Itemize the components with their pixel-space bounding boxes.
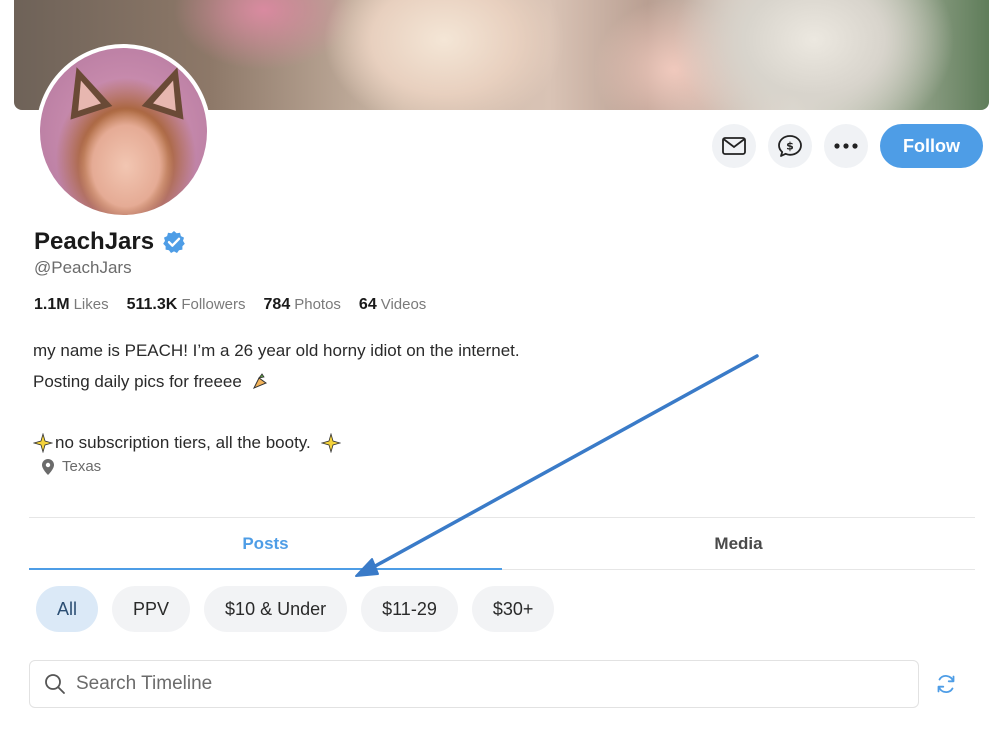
stat-label: Followers [181,296,246,313]
ellipsis-icon [834,143,858,149]
stat-value: 1.1M [34,296,70,313]
location-text: Texas [62,458,102,475]
profile-location: Texas [42,458,101,475]
more-options-button[interactable] [824,124,868,168]
sparkles-icon [33,432,53,453]
tab-media[interactable]: Media [502,518,975,569]
follow-button[interactable]: Follow [880,124,983,168]
map-pin-icon [42,458,54,475]
message-button[interactable] [712,124,756,168]
stat-label: Videos [380,296,427,313]
stat-likes: 1.1M Likes [34,296,109,314]
tip-button[interactable]: $ [768,124,812,168]
profile-tabs: Posts Media [29,518,975,570]
bio-line: Posting daily pics for freeee [33,371,242,391]
sparkles-icon [320,432,341,453]
dollar-speech-bubble-icon: $ [778,135,802,157]
refresh-icon[interactable] [934,672,958,696]
stat-label: Photos [294,296,341,313]
stat-label: Likes [73,296,109,313]
stat-videos[interactable]: 64 Videos [359,296,426,314]
tab-posts[interactable]: Posts [29,518,502,570]
bio-line: my name is PEACH! I’m a 26 year old horn… [33,341,520,360]
cat-ear-left [55,60,113,120]
bio-line: no subscription tiers, all the booty. [55,432,311,452]
filter-chip-30-plus[interactable]: $30+ [471,586,555,632]
filter-chip-all[interactable]: All [36,586,99,632]
stat-photos[interactable]: 784 Photos [264,296,341,314]
profile-name-row: PeachJars [34,228,186,256]
svg-text:$: $ [786,140,794,153]
filter-chip-ppv[interactable]: PPV [112,586,191,632]
filter-chip-10-and-under[interactable]: $10 & Under [204,586,348,632]
stat-followers[interactable]: 511.3K Followers [127,296,246,314]
profile-action-bar: $ Follow [712,124,983,168]
search-timeline-box[interactable] [29,660,919,708]
profile-bio: my name is PEACH! I’m a 26 year old horn… [33,336,520,458]
stat-value: 511.3K [126,296,178,313]
profile-handle: @PeachJars [34,258,132,277]
search-icon [45,674,65,694]
peach-emoji-icon [252,373,267,389]
price-filter-chips: All PPV $10 & Under $11-29 $30+ [36,586,555,632]
verified-badge-icon [163,231,185,253]
display-name: PeachJars [34,228,155,255]
filter-chip-11-29[interactable]: $11-29 [361,586,458,632]
stat-value: 784 [263,296,291,313]
envelope-icon [722,137,746,155]
profile-avatar[interactable] [36,44,211,219]
search-input[interactable] [76,673,896,695]
stat-value: 64 [358,296,377,313]
profile-stats: 1.1M Likes 511.3K Followers 784 Photos 64 Vi… [34,296,426,314]
